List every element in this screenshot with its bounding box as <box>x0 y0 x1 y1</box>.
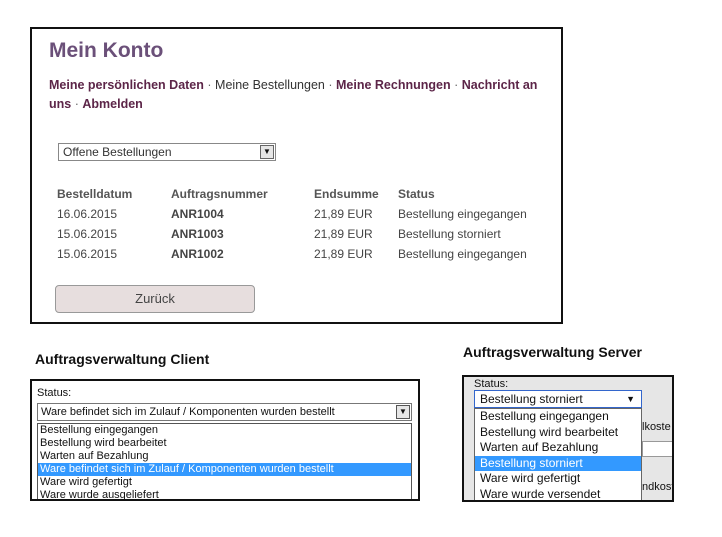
back-button[interactable]: Zurück <box>55 285 255 313</box>
order-total: 21,89 EUR <box>314 247 373 261</box>
order-filter-select[interactable]: Offene Bestellungen ▼ <box>58 143 276 161</box>
order-number-link[interactable]: ANR1002 <box>171 244 314 264</box>
status-option[interactable]: Ware wurde ausgeliefert <box>38 489 411 499</box>
background-fragment: ndkost <box>642 481 674 493</box>
status-option[interactable]: Bestellung wird bearbeitet <box>38 437 411 450</box>
status-option[interactable]: Ware wurde versendet <box>475 487 641 501</box>
server-status-selected: Bestellung storniert <box>480 392 583 406</box>
server-caption: Auftragsverwaltung Server <box>463 344 642 360</box>
order-total: 21,89 EUR <box>314 207 373 221</box>
order-number-link[interactable]: ANR1004 <box>171 204 314 224</box>
account-panel: Mein Konto Meine persönlichen Daten · Me… <box>30 27 563 324</box>
nav-link[interactable]: Meine Rechnungen <box>336 78 451 92</box>
client-status-options: Bestellung eingegangen Bestellung wird be… <box>37 423 412 499</box>
table-row: 15.06.2015 ANR1002 21,89 EUR Bestellung … <box>57 244 548 264</box>
status-option[interactable]: Ware wird gefertigt <box>38 476 411 489</box>
server-status-options: Bestellung eingegangen Bestellung wird be… <box>474 408 642 501</box>
order-date: 16.06.2015 <box>57 207 118 221</box>
background-fragment: lkoste <box>642 421 671 433</box>
status-option[interactable]: Warten auf Bezahlung <box>475 440 641 456</box>
chevron-down-icon[interactable]: ▼ <box>260 145 274 159</box>
order-total: 21,89 EUR <box>314 227 373 241</box>
column-header: Auftragsnummer <box>171 187 268 201</box>
client-status-panel: Status: Ware befindet sich im Zulauf / K… <box>30 379 420 501</box>
order-date: 15.06.2015 <box>57 247 118 261</box>
nav-separator: · <box>454 78 459 92</box>
nav-separator: · <box>207 78 212 92</box>
nav-separator: · <box>74 97 79 111</box>
chevron-down-icon[interactable]: ▼ <box>626 391 635 407</box>
order-date: 15.06.2015 <box>57 227 118 241</box>
nav-link[interactable]: Meine Bestellungen <box>215 78 325 92</box>
status-option[interactable]: Ware wird gefertigt <box>475 471 641 487</box>
status-option[interactable]: Bestellung eingegangen <box>38 424 411 437</box>
status-option[interactable]: Bestellung wird bearbeitet <box>475 425 641 441</box>
status-option[interactable]: Ware befindet sich im Zulauf / Komponent… <box>38 463 411 476</box>
column-header: Status <box>398 187 435 201</box>
nav-link[interactable]: Meine persönlichen Daten <box>49 78 204 92</box>
account-nav: Meine persönlichen Daten · Meine Bestell… <box>49 76 554 114</box>
nav-separator: · <box>328 78 333 92</box>
order-status: Bestellung eingegangen <box>398 207 527 221</box>
table-header-row: Bestelldatum Auftragsnummer Endsumme Sta… <box>57 184 548 204</box>
chevron-down-icon[interactable]: ▼ <box>396 405 410 419</box>
status-label: Status: <box>37 387 72 399</box>
table-row: 16.06.2015 ANR1004 21,89 EUR Bestellung … <box>57 204 548 224</box>
nav-link[interactable]: Abmelden <box>82 97 142 111</box>
status-option[interactable]: Bestellung storniert <box>475 455 641 471</box>
order-status: Bestellung eingegangen <box>398 247 527 261</box>
order-number-link[interactable]: ANR1003 <box>171 224 314 244</box>
page-title: Mein Konto <box>49 39 164 62</box>
order-status: Bestellung storniert <box>398 227 501 241</box>
status-option[interactable]: Warten auf Bezahlung <box>38 450 411 463</box>
column-header: Endsumme <box>314 187 379 201</box>
background-fragment: 0 <box>642 441 672 457</box>
server-status-panel: lkoste 0 ndkost Status: Bestellung storn… <box>462 375 674 502</box>
server-status-select[interactable]: Bestellung storniert ▼ <box>474 390 642 408</box>
status-option[interactable]: Bestellung eingegangen <box>475 409 641 425</box>
client-caption: Auftragsverwaltung Client <box>35 351 210 367</box>
status-label: Status: <box>474 378 509 390</box>
client-status-select[interactable]: Ware befindet sich im Zulauf / Komponent… <box>37 403 412 421</box>
column-header: Bestelldatum <box>57 187 133 201</box>
order-filter-value: Offene Bestellungen <box>63 145 172 159</box>
table-row: 15.06.2015 ANR1003 21,89 EUR Bestellung … <box>57 224 548 244</box>
orders-table: Bestelldatum Auftragsnummer Endsumme Sta… <box>57 184 548 264</box>
client-status-selected: Ware befindet sich im Zulauf / Komponent… <box>41 406 335 418</box>
